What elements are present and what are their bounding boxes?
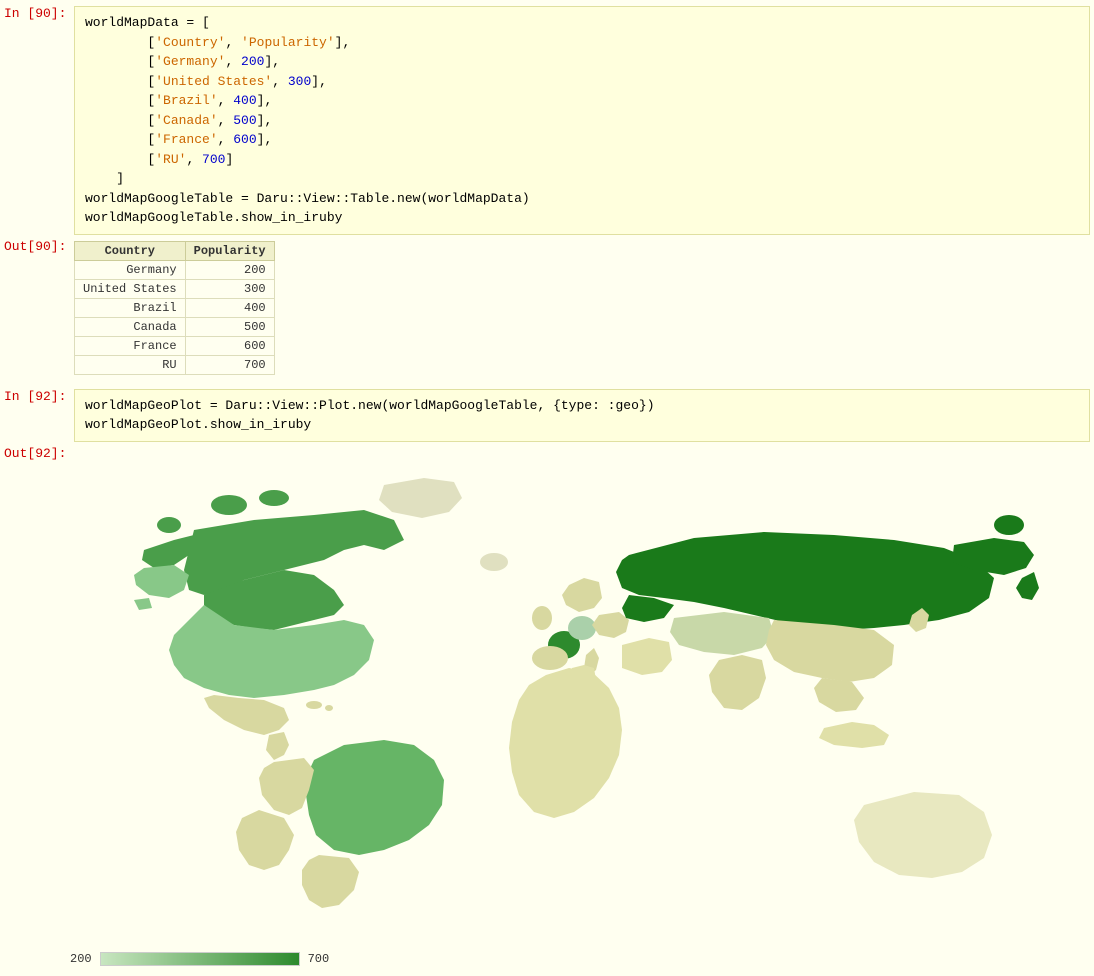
popularity-cell: 400 bbox=[185, 298, 274, 317]
table-row: Germany200 bbox=[75, 260, 275, 279]
code-92-line-2: worldMapGeoPlot.show_in_iruby bbox=[85, 417, 311, 432]
code-line-2: ['Country', 'Popularity'], bbox=[85, 35, 350, 50]
code-block-90: worldMapData = [ ['Country', 'Popularity… bbox=[74, 6, 1090, 235]
iceland bbox=[480, 553, 508, 571]
input-cell-90: In [90]: worldMapData = [ ['Country', 'P… bbox=[0, 4, 1094, 237]
output-content-92 bbox=[70, 444, 1094, 946]
popularity-cell: 600 bbox=[185, 336, 274, 355]
table-row: Canada500 bbox=[75, 317, 275, 336]
code-block-92: worldMapGeoPlot = Daru::View::Plot.new(w… bbox=[74, 389, 1090, 442]
country-cell: Brazil bbox=[75, 298, 186, 317]
code-line-7: ['France', 600], bbox=[85, 132, 272, 147]
popularity-cell: 500 bbox=[185, 317, 274, 336]
code-line-11: worldMapGoogleTable.show_in_iruby bbox=[85, 210, 342, 225]
code-line-10: worldMapGoogleTable = Daru::View::Table.… bbox=[85, 191, 530, 206]
input-cell-92: In [92]: worldMapGeoPlot = Daru::View::P… bbox=[0, 387, 1094, 444]
code-92-line-1: worldMapGeoPlot = Daru::View::Plot.new(w… bbox=[85, 398, 655, 413]
geo-chart bbox=[74, 450, 1044, 940]
country-cell: France bbox=[75, 336, 186, 355]
notebook-container: In [90]: worldMapData = [ ['Country', 'P… bbox=[0, 0, 1094, 976]
popularity-cell: 200 bbox=[185, 260, 274, 279]
spain-path bbox=[532, 646, 568, 670]
code-line-8: ['RU', 700] bbox=[85, 152, 233, 167]
output-label-92: Out[92]: bbox=[0, 444, 70, 461]
input-content-90: worldMapData = [ ['Country', 'Popularity… bbox=[70, 4, 1094, 237]
legend-gradient-bar bbox=[100, 952, 300, 966]
cuba bbox=[306, 701, 322, 709]
table-row: RU700 bbox=[75, 355, 275, 374]
separator-1 bbox=[0, 379, 1094, 387]
code-line-6: ['Canada', 500], bbox=[85, 113, 272, 128]
popularity-cell: 300 bbox=[185, 279, 274, 298]
data-table: Country Popularity Germany200United Stat… bbox=[74, 241, 275, 375]
code-line-1: worldMapData = [ bbox=[85, 15, 210, 30]
uk-path bbox=[532, 606, 552, 630]
input-label-92: In [92]: bbox=[0, 387, 70, 404]
code-line-9: ] bbox=[85, 171, 124, 186]
input-label-90: In [90]: bbox=[0, 4, 70, 21]
table-row: Brazil400 bbox=[75, 298, 275, 317]
country-cell: RU bbox=[75, 355, 186, 374]
legend-max: 700 bbox=[308, 952, 330, 966]
output-content-90: Country Popularity Germany200United Stat… bbox=[70, 237, 1094, 379]
col-header-popularity: Popularity bbox=[185, 241, 274, 260]
country-cell: Germany bbox=[75, 260, 186, 279]
hispaniola bbox=[325, 705, 333, 711]
table-row: United States300 bbox=[75, 279, 275, 298]
code-line-4: ['United States', 300], bbox=[85, 74, 327, 89]
legend-min: 200 bbox=[70, 952, 92, 966]
code-line-3: ['Germany', 200], bbox=[85, 54, 280, 69]
russia-island-1 bbox=[994, 515, 1024, 535]
legend: 200 700 bbox=[0, 946, 1094, 972]
table-row: France600 bbox=[75, 336, 275, 355]
code-line-5: ['Brazil', 400], bbox=[85, 93, 272, 108]
output-cell-92: Out[92]: bbox=[0, 444, 1094, 946]
col-header-country: Country bbox=[75, 241, 186, 260]
input-content-92: worldMapGeoPlot = Daru::View::Plot.new(w… bbox=[70, 387, 1094, 444]
canada-island-3 bbox=[259, 490, 289, 506]
output-cell-90: Out[90]: Country Popularity Germany200Un… bbox=[0, 237, 1094, 379]
canada-island-2 bbox=[211, 495, 247, 515]
popularity-cell: 700 bbox=[185, 355, 274, 374]
canada-island-1 bbox=[157, 517, 181, 533]
country-cell: United States bbox=[75, 279, 186, 298]
germany-path bbox=[568, 616, 596, 640]
output-label-90: Out[90]: bbox=[0, 237, 70, 254]
world-map-svg bbox=[74, 450, 1044, 940]
country-cell: Canada bbox=[75, 317, 186, 336]
